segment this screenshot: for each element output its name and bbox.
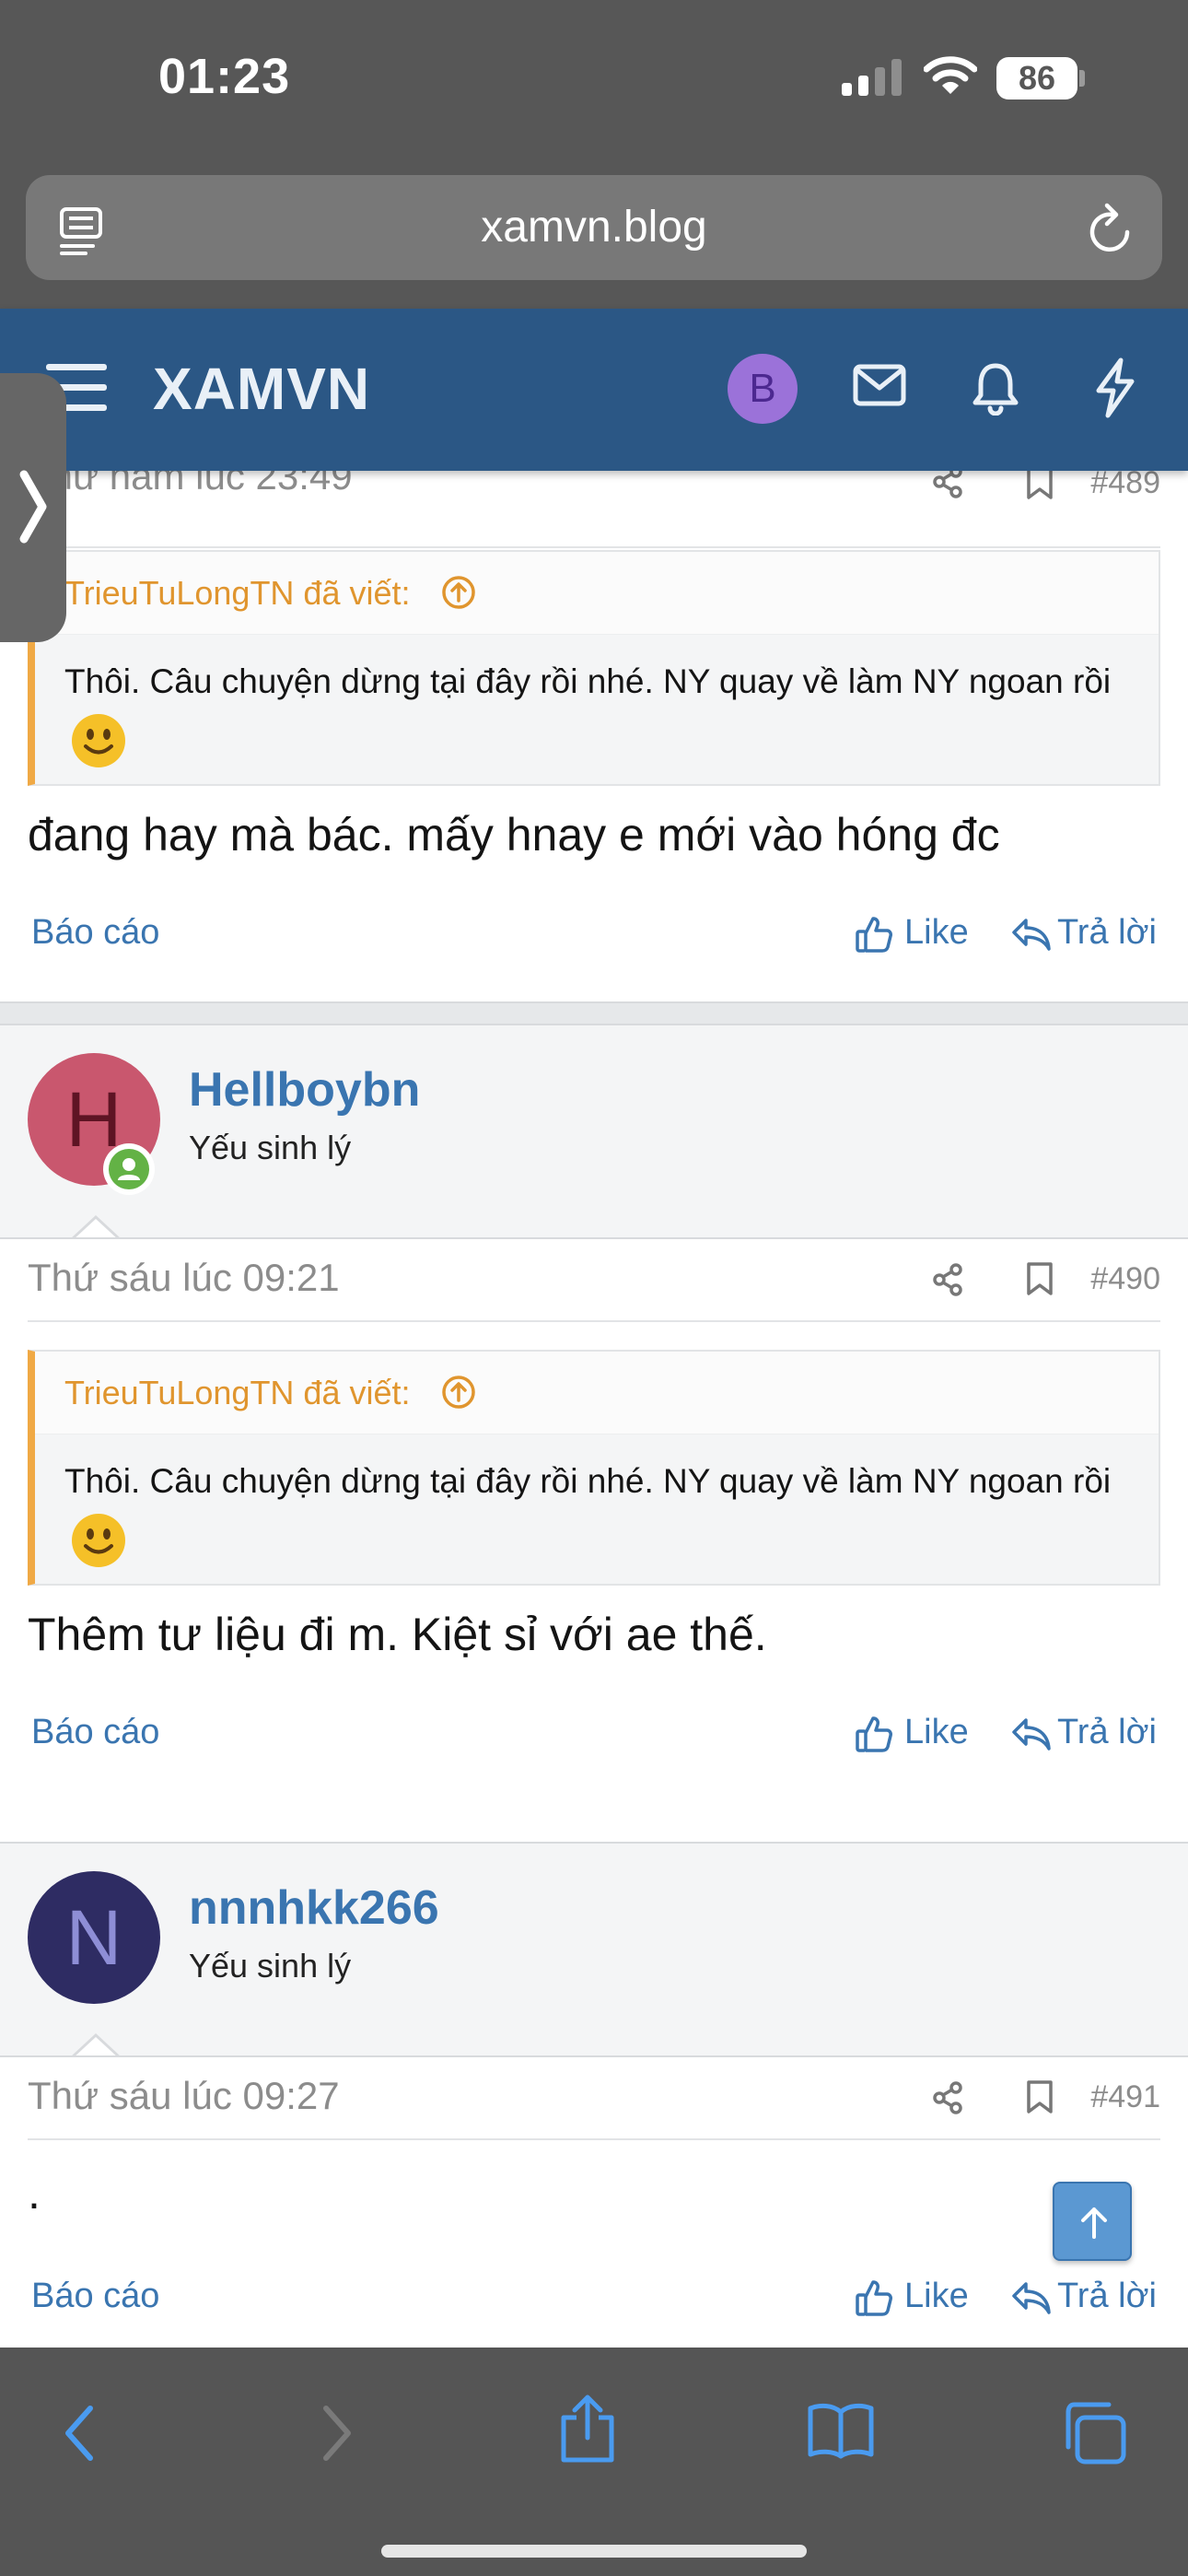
like-label: Like xyxy=(904,913,969,952)
post-date[interactable]: Thứ năm lúc 23:49 xyxy=(28,471,353,498)
post-date[interactable]: Thứ sáu lúc 09:27 xyxy=(28,2074,340,2118)
post-message: Thêm tư liệu đi m. Kiệt sỉ với ae thế. xyxy=(28,1609,767,1660)
chevron-right-icon xyxy=(323,2406,351,2461)
post: Thứ năm lúc 23:49 #489 TrieuTuLongTN đã … xyxy=(0,471,1188,1011)
post-body: Thứ sáu lúc 09:21 #490 TrieuTuLongTN đã … xyxy=(0,1237,1188,1845)
reply-label: Trả lời xyxy=(1057,913,1157,952)
share-icon[interactable] xyxy=(932,2081,963,2114)
tabs-button[interactable] xyxy=(1061,2401,1127,2465)
share-sheet-icon xyxy=(561,2395,614,2463)
user-avatar[interactable]: B xyxy=(728,354,798,424)
post-meta: Thứ sáu lúc 09:21 #490 xyxy=(28,1239,1160,1322)
bookmark-icon[interactable] xyxy=(1026,2079,1054,2114)
post-user-block: N nnnhkk266 Yếu sinh lý xyxy=(0,1842,1188,2059)
address-bar[interactable]: xamvn.blog xyxy=(26,175,1162,280)
home-indicator xyxy=(381,2545,807,2558)
report-link[interactable]: Báo cáo xyxy=(31,2277,159,2316)
thumbs-up-icon xyxy=(856,917,892,953)
post-actions: Báo cáo Like Trả lời xyxy=(28,907,1160,963)
scroll-to-top-button[interactable] xyxy=(1053,2182,1132,2261)
bookmark-icon[interactable] xyxy=(1026,1261,1054,1296)
notification-bell-icon[interactable] xyxy=(972,360,1019,416)
post-meta: Thứ sáu lúc 09:27 #491 xyxy=(28,2057,1160,2140)
battery-icon: 86 xyxy=(996,57,1077,100)
quote-block: TrieuTuLongTN đã viết: Thôi. Câu chuyện … xyxy=(28,550,1160,786)
post-number[interactable]: #491 xyxy=(1090,2079,1160,2115)
arrow-up-icon xyxy=(1081,2207,1107,2239)
mail-icon[interactable] xyxy=(853,364,906,406)
jump-to-quote-icon[interactable] xyxy=(440,1374,477,1411)
poster-avatar[interactable]: N xyxy=(28,1871,160,2004)
poster-user-title: Yếu sinh lý xyxy=(189,1129,352,1166)
site-header: XAMVN B xyxy=(0,309,1188,471)
report-link[interactable]: Báo cáo xyxy=(31,1713,159,1752)
post-message: đang hay mà bác. mấy hnay e mới vào hóng… xyxy=(28,809,1000,861)
quote-text: Thôi. Câu chuyện dừng tại đây rồi nhé. N… xyxy=(64,651,1142,773)
post-body: Thứ năm lúc 23:49 #489 TrieuTuLongTN đã … xyxy=(0,471,1188,1003)
like-label: Like xyxy=(904,2277,969,2315)
forward-button[interactable] xyxy=(317,2401,357,2465)
thumbs-up-icon xyxy=(856,2280,892,2316)
post-meta: Thứ năm lúc 23:49 #489 xyxy=(28,471,1160,548)
reply-arrow-icon xyxy=(1012,2282,1051,2314)
poster-username[interactable]: nnnhkk266 xyxy=(189,1880,439,1936)
quote-header: TrieuTuLongTN đã viết: xyxy=(35,552,1159,635)
wifi-icon xyxy=(924,55,977,96)
like-label: Like xyxy=(904,1713,969,1751)
back-button[interactable] xyxy=(59,2401,99,2465)
whats-new-bolt-icon[interactable] xyxy=(1093,357,1137,418)
reply-arrow-icon xyxy=(1012,1718,1051,1751)
status-bar: 01:23 86 xyxy=(0,0,1188,157)
quote-author[interactable]: TrieuTuLongTN đã viết: xyxy=(64,574,411,613)
post-user-block: H Hellboybn Yếu sinh lý xyxy=(0,1024,1188,1241)
quote-text-content: Thôi. Câu chuyện dừng tại đây rồi nhé. N… xyxy=(64,1462,1112,1500)
reply-label: Trả lời xyxy=(1057,1713,1157,1751)
thumbs-up-icon xyxy=(856,1716,892,1752)
quote-block: TrieuTuLongTN đã viết: Thôi. Câu chuyện … xyxy=(28,1350,1160,1586)
share-icon[interactable] xyxy=(932,471,963,498)
battery-level: 86 xyxy=(1018,59,1056,97)
post-number[interactable]: #489 xyxy=(1090,471,1160,501)
post: H Hellboybn Yếu sinh lý Thứ sáu lúc 09:2… xyxy=(0,1024,1188,1845)
reload-icon[interactable] xyxy=(1085,201,1136,256)
poster-user-title: Yếu sinh lý xyxy=(189,1947,352,1985)
quote-header: TrieuTuLongTN đã viết: xyxy=(35,1352,1159,1434)
quote-text-content: Thôi. Câu chuyện dừng tại đây rồi nhé. N… xyxy=(64,662,1112,700)
status-time: 01:23 xyxy=(158,49,291,104)
cellular-signal-icon xyxy=(840,59,904,96)
post-actions: Báo cáo Like Trả lời xyxy=(28,1707,1160,1762)
smiley-emoji-icon xyxy=(72,1514,125,1568)
post-number[interactable]: #490 xyxy=(1090,1261,1160,1297)
quote-author[interactable]: TrieuTuLongTN đã viết: xyxy=(64,1374,411,1412)
open-book-icon xyxy=(808,2403,874,2459)
report-link[interactable]: Báo cáo xyxy=(31,913,159,953)
post-actions: Báo cáo Like Trả lời xyxy=(28,2271,1160,2326)
browser-toolbar xyxy=(0,2348,1188,2576)
chevron-right-icon xyxy=(19,470,47,544)
post-date[interactable]: Thứ sáu lúc 09:21 xyxy=(28,1256,340,1300)
battery-cap xyxy=(1079,70,1085,87)
quote-text: Thôi. Câu chuyện dừng tại đây rồi nhé. N… xyxy=(64,1451,1142,1573)
url-text: xamvn.blog xyxy=(481,203,707,252)
reply-arrow-icon xyxy=(1012,919,1051,951)
online-status-icon xyxy=(103,1143,155,1195)
thread-content: Thứ năm lúc 23:49 #489 TrieuTuLongTN đã … xyxy=(0,471,1188,2348)
side-panel-tab[interactable] xyxy=(0,373,66,642)
chevron-left-icon xyxy=(65,2406,93,2461)
bookmark-icon[interactable] xyxy=(1026,471,1054,500)
poster-username[interactable]: Hellboybn xyxy=(189,1062,420,1118)
reply-label: Trả lời xyxy=(1057,2277,1157,2315)
tabs-icon xyxy=(1066,2402,1126,2465)
post-body: Thứ sáu lúc 09:27 #491 . Báo cáo Like Tr… xyxy=(0,2055,1188,2348)
bookmarks-button[interactable] xyxy=(807,2401,875,2460)
post: N nnnhkk266 Yếu sinh lý Thứ sáu lúc 09:2… xyxy=(0,1842,1188,2348)
jump-to-quote-icon[interactable] xyxy=(440,574,477,611)
share-button[interactable] xyxy=(558,2392,617,2465)
post-message: . xyxy=(28,2167,41,2219)
site-logo[interactable]: XAMVN xyxy=(153,355,370,423)
browser-address-area: xamvn.blog xyxy=(0,157,1188,309)
smiley-emoji-icon xyxy=(72,714,125,768)
share-icon[interactable] xyxy=(932,1263,963,1296)
